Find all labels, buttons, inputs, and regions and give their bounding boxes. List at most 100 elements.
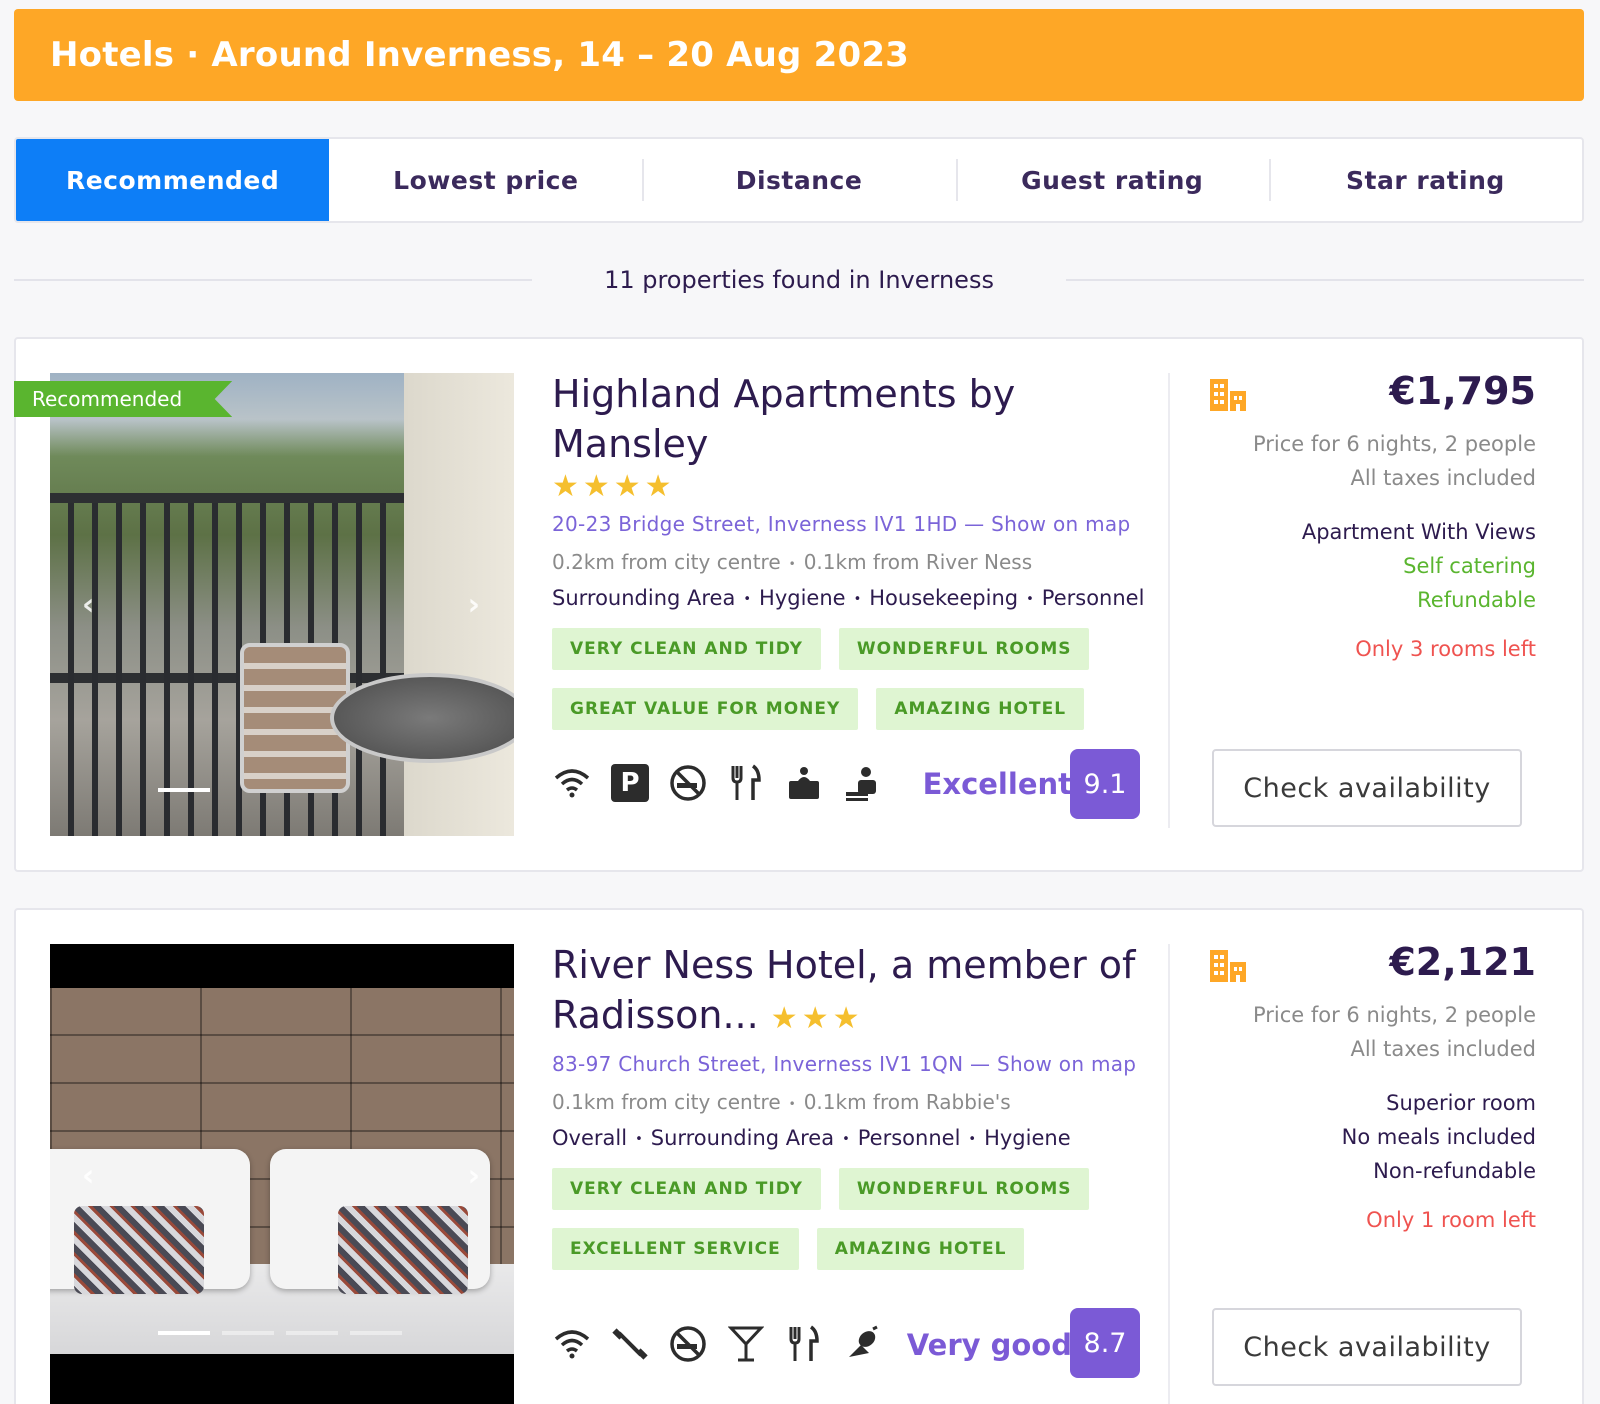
separator-dot: • <box>1026 591 1034 607</box>
price-note: Price for 6 nights, 2 people <box>1252 432 1536 456</box>
distance-landmark: 0.1km from Rabbie's <box>803 1090 1011 1114</box>
taxes-note: All taxes included <box>1350 1037 1536 1061</box>
carousel-dot[interactable] <box>158 788 210 792</box>
photo-cushion <box>74 1206 204 1294</box>
check-availability-button[interactable]: Check availability <box>1212 749 1522 827</box>
separator-dot: • <box>968 1131 977 1147</box>
restaurant-icon <box>784 1324 824 1364</box>
hotel-price: €2,121 <box>1389 940 1536 984</box>
tab-guest-rating[interactable]: Guest rating <box>955 139 1269 221</box>
hotel-name[interactable]: River Ness Hotel, a member of Radisson..… <box>552 940 1172 1044</box>
review-aspects: Overall • Surrounding Area • Personnel • Hygie… <box>552 1126 1172 1150</box>
carousel-dot[interactable] <box>286 1331 338 1335</box>
badge: VERY CLEAN AND TIDY <box>552 1168 821 1210</box>
hotel-price: €1,795 <box>1389 369 1536 413</box>
hotel-card: Recommended ‹ › Highland Apartments by M… <box>14 337 1584 872</box>
distance-info: 0.1km from city centre • 0.1km from Rabbie… <box>552 1090 1172 1114</box>
review-badges: VERY CLEAN AND TIDY WONDERFUL ROOMS EXCE… <box>552 1168 1172 1270</box>
meal-plan: Self catering <box>1403 554 1536 578</box>
hotel-address-link[interactable]: 83-97 Church Street, Inverness IV1 1QN —… <box>552 1052 1172 1076</box>
wifi-icon <box>552 1324 592 1364</box>
chevron-right-icon[interactable]: › <box>468 587 480 622</box>
hotel-photo[interactable]: ‹ › <box>50 373 514 836</box>
hotel-info: River Ness Hotel, a member of Radisson..… <box>552 940 1172 1270</box>
aspect: Personnel <box>857 1126 961 1150</box>
badge: WONDERFUL ROOMS <box>838 1168 1090 1210</box>
results-summary: 11 properties found in Inverness <box>14 260 1585 300</box>
availability-warning: Only 3 rooms left <box>1355 637 1536 661</box>
page-header: Hotels · Around Inverness, 14 – 20 Aug 2… <box>14 9 1584 101</box>
photo-table <box>330 673 514 763</box>
hotel-name-text: Radisson... <box>552 993 759 1037</box>
price-details: Price for 6 nights, 2 people All taxes i… <box>1196 998 1536 1066</box>
hotel-photo[interactable]: ‹ › <box>50 944 514 1404</box>
separator-dot: • <box>788 556 796 571</box>
aspect: Hygiene <box>759 586 846 610</box>
parking-icon: P <box>610 763 650 803</box>
price-details: Price for 6 nights, 2 people All taxes i… <box>1196 427 1536 495</box>
hotel-address-link[interactable]: 20-23 Bridge Street, Inverness IV1 1HD —… <box>552 512 1172 536</box>
tab-star-rating[interactable]: Star rating <box>1268 139 1582 221</box>
reception-icon <box>842 763 882 803</box>
separator-dot: • <box>853 591 862 607</box>
distance-info: 0.2km from city centre • 0.1km from River … <box>552 550 1172 574</box>
amenities <box>552 1324 882 1364</box>
carousel-dot[interactable] <box>222 1331 274 1335</box>
meal-plan: No meals included <box>1341 1125 1536 1149</box>
tab-lowest-price[interactable]: Lowest price <box>329 139 642 221</box>
bar-icon <box>726 1324 766 1364</box>
price-column: €1,795 Price for 6 nights, 2 people All … <box>1196 369 1536 661</box>
photo-railing <box>50 503 404 836</box>
review-aspects: Surrounding Area • Hygiene • Housekeeping • Pe… <box>552 586 1172 610</box>
hotel-name[interactable]: Highland Apartments by Mansley <box>552 369 1172 469</box>
divider <box>1168 944 1170 1404</box>
room-info: Superior room No meals included Non-refu… <box>1196 1086 1536 1188</box>
divider <box>1168 373 1170 828</box>
tab-recommended[interactable]: Recommended <box>16 139 330 221</box>
badge: WONDERFUL ROOMS <box>838 628 1090 670</box>
pets-icon <box>842 1324 882 1364</box>
no-smoking-icon <box>668 1324 708 1364</box>
rating-score: 9.1 <box>1070 749 1140 819</box>
aspect: Housekeeping <box>869 586 1019 610</box>
distance-centre: 0.2km from city centre <box>552 550 781 574</box>
hotel-info: Highland Apartments by Mansley ★★★★ 20-2… <box>552 369 1172 730</box>
results-count: 11 properties found in Inverness <box>604 266 994 294</box>
chevron-left-icon[interactable]: ‹ <box>82 1158 94 1193</box>
aspect: Hygiene <box>984 1126 1071 1150</box>
aspect: Surrounding Area <box>650 1126 835 1150</box>
rating-label: Excellent <box>922 767 1072 801</box>
page-title: Hotels · Around Inverness, 14 – 20 Aug 2… <box>50 35 910 75</box>
room-service-icon <box>784 763 824 803</box>
chevron-right-icon[interactable]: › <box>468 1158 480 1193</box>
room-type: Apartment With Views <box>1301 520 1536 544</box>
price-note: Price for 6 nights, 2 people <box>1252 1003 1536 1027</box>
carousel-dots <box>158 788 210 792</box>
tab-distance[interactable]: Distance <box>642 139 955 221</box>
distance-landmark: 0.1km from River Ness <box>803 550 1033 574</box>
recommended-ribbon: Recommended <box>14 381 233 417</box>
hotel-name-line: River Ness Hotel, a member of <box>552 943 1136 987</box>
star-rating: ★★★★ <box>552 469 676 504</box>
badge: AMAZING HOTEL <box>876 688 1085 730</box>
chevron-left-icon[interactable]: ‹ <box>82 587 94 622</box>
review-badges: VERY CLEAN AND TIDY WONDERFUL ROOMS GREA… <box>552 628 1172 730</box>
availability-warning: Only 1 room left <box>1366 1208 1536 1232</box>
no-smoking-icon <box>668 763 708 803</box>
divider <box>14 279 533 281</box>
check-availability-button[interactable]: Check availability <box>1212 1308 1522 1386</box>
carousel-dot[interactable] <box>350 1331 402 1335</box>
price-column: €2,121 Price for 6 nights, 2 people All … <box>1196 940 1536 1232</box>
sort-tabs: Recommended Lowest price Distance Guest … <box>14 137 1584 223</box>
photo-wall <box>404 373 514 836</box>
fitness-icon <box>610 1324 650 1364</box>
carousel-dot[interactable] <box>158 1331 210 1335</box>
photo-rail <box>50 493 404 503</box>
rating-label: Very good <box>906 1328 1072 1362</box>
cancellation-policy: Non-refundable <box>1373 1159 1536 1183</box>
taxes-note: All taxes included <box>1350 466 1536 490</box>
amenities: P <box>552 763 882 803</box>
room-info: Apartment With Views Self catering Refun… <box>1196 515 1536 617</box>
carousel-dots <box>158 1331 402 1335</box>
cancellation-policy: Refundable <box>1417 588 1536 612</box>
